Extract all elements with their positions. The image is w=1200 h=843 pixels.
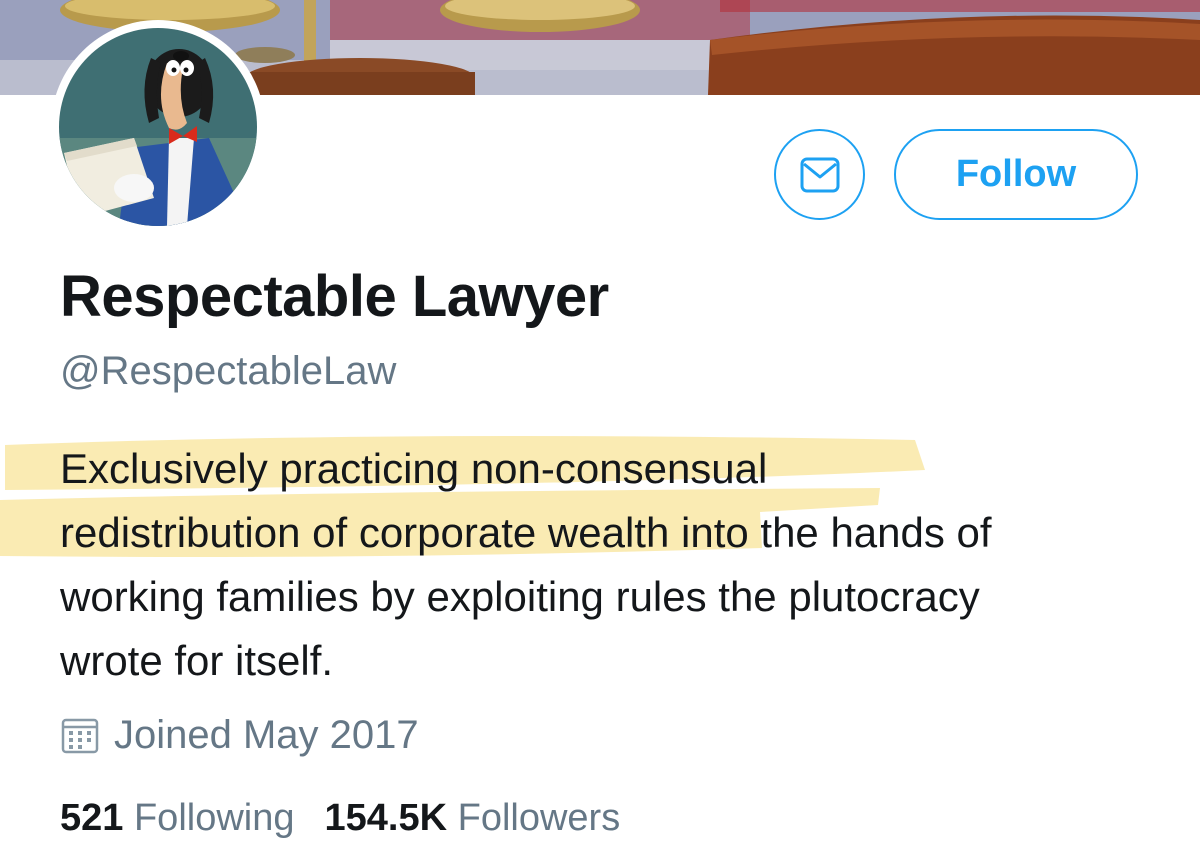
bio-line: working families by exploiting rules the… xyxy=(60,565,1150,629)
follow-button-label: Follow xyxy=(955,153,1077,195)
bio: Exclusively practicing non-consensual re… xyxy=(60,437,1150,693)
envelope-icon xyxy=(800,157,839,192)
followers-link[interactable]: 154.5K Followers xyxy=(325,797,621,839)
followers-count: 154.5K xyxy=(324,797,448,839)
bio-line: Exclusively practicing non-consensual xyxy=(60,437,1150,501)
joined-date: Joined May 2017 xyxy=(60,710,419,760)
bio-line: redistribution of corporate wealth into … xyxy=(60,501,1150,565)
message-button[interactable] xyxy=(774,129,865,220)
following-label: Following xyxy=(133,797,295,839)
bio-line: wrote for itself. xyxy=(60,629,1150,693)
follow-button[interactable]: Follow xyxy=(894,129,1138,220)
display-name: Respectable Lawyer xyxy=(60,264,609,329)
avatar[interactable] xyxy=(51,20,265,234)
username-handle: @RespectableLaw xyxy=(60,349,397,393)
bio-text: working families by exploiting rules the… xyxy=(60,573,980,620)
followers-label: Followers xyxy=(457,797,621,839)
joined-text: Joined May 2017 xyxy=(114,712,419,757)
bio-highlighted-text: Exclusively practicing non-consensual xyxy=(60,445,768,492)
calendar-icon xyxy=(61,718,99,754)
profile-stats: 521 Following 154.5K Followers xyxy=(60,793,620,843)
bio-highlighted-text: redistribution of corporate wealt xyxy=(60,509,646,556)
following-link[interactable]: 521 Following xyxy=(60,797,295,839)
avatar-image xyxy=(59,28,257,226)
bio-text: h into the hands of xyxy=(645,509,992,556)
bio-text: wrote for itself. xyxy=(60,637,334,684)
following-count: 521 xyxy=(60,797,124,839)
